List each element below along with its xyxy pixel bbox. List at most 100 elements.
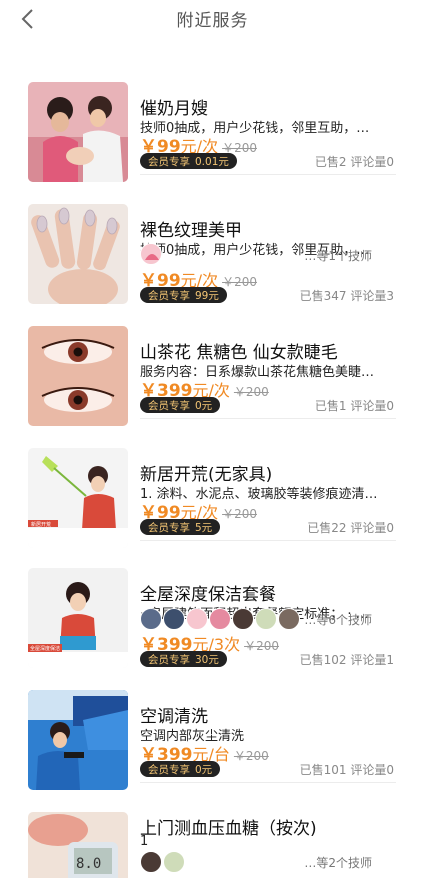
technician-avatar[interactable] bbox=[140, 851, 162, 873]
vip-badge: 会员专享 5元 bbox=[140, 519, 221, 535]
service-name[interactable]: 新居开荒(无家具) bbox=[140, 460, 272, 485]
service-name[interactable]: 催奶月嫂 bbox=[140, 94, 208, 119]
price-row: ￥399 元/3次 ￥200 bbox=[140, 630, 279, 655]
sales-stats: 已售1 评论量0 bbox=[315, 397, 394, 414]
service-desc: 1 bbox=[140, 834, 149, 849]
service-card[interactable]: 催奶月嫂 技师0抽成，用户少花钱，邻里互助，… ￥99 元/次 ￥200 会员专… bbox=[28, 82, 396, 186]
comment-count: 评论量3 bbox=[350, 289, 394, 303]
service-name[interactable]: 山茶花 焦糖色 仙女款睫毛 bbox=[140, 338, 338, 363]
original-price: ￥200 bbox=[222, 507, 257, 521]
price-row: ￥399 元/次 ￥200 bbox=[140, 376, 269, 401]
svg-text:新居开荒: 新居开荒 bbox=[31, 521, 51, 528]
technician-avatars[interactable] bbox=[140, 608, 301, 630]
original-price: ￥200 bbox=[233, 749, 269, 763]
deep-cleaning-photo: 全屋深度保洁 bbox=[28, 568, 128, 668]
vip-badge: 会员专享 0元 bbox=[140, 761, 221, 777]
nursing-photo bbox=[28, 82, 128, 182]
service-info: 空调清洗 空调内部灰尘清洗 ￥399 元/台 ￥200 会员专享 0元 已售10… bbox=[140, 690, 396, 794]
divider bbox=[140, 418, 396, 419]
price-row: ￥399 元/台 ￥200 bbox=[140, 740, 269, 765]
service-info: 山茶花 焦糖色 仙女款睫毛 服务内容：日系爆款山茶花焦糖色美睫… ￥399 元/… bbox=[140, 326, 396, 430]
vip-price: 99元 bbox=[195, 289, 219, 302]
top-bar: 附近服务 bbox=[0, 0, 425, 50]
service-name[interactable]: 空调清洗 bbox=[140, 702, 208, 727]
blood-test-photo: 8.0 bbox=[28, 812, 128, 878]
vip-price: 0.01元 bbox=[195, 155, 229, 168]
eyelash-photo bbox=[28, 326, 128, 426]
sold-count: 已售1 bbox=[314, 399, 347, 413]
service-info: 全屋深度保洁套餐 · 房屋建筑面积超出套餐额定标准； · … …等6个技师 ￥3… bbox=[140, 568, 396, 672]
service-thumbnail[interactable]: 新居开荒 bbox=[28, 448, 128, 548]
vip-price: 30元 bbox=[195, 653, 219, 666]
price-row: ￥99 元/次 ￥200 bbox=[140, 498, 257, 523]
vip-price: 5元 bbox=[195, 521, 213, 534]
vip-label: 会员专享 bbox=[148, 653, 190, 666]
sold-count: 已售101 bbox=[299, 763, 347, 777]
comment-count: 评论量0 bbox=[350, 155, 394, 169]
original-price: ￥200 bbox=[244, 639, 279, 653]
svg-text:全屋深度保洁: 全屋深度保洁 bbox=[30, 645, 60, 652]
service-card[interactable]: 山茶花 焦糖色 仙女款睫毛 服务内容：日系爆款山茶花焦糖色美睫… ￥399 元/… bbox=[28, 326, 396, 430]
technician-avatar[interactable] bbox=[186, 608, 208, 630]
service-info: 新居开荒(无家具) 1. 涂料、水泥点、玻璃胶等装修痕迹清… ￥99 元/次 ￥… bbox=[140, 448, 396, 552]
technician-count[interactable]: …等1个技师 bbox=[304, 247, 372, 264]
aircon-photo bbox=[28, 690, 128, 790]
service-card[interactable]: 8.0 上门测血压血糖（按次) 1 …等2个技师 bbox=[28, 812, 396, 878]
vip-badge: 会员专享 0元 bbox=[140, 397, 221, 413]
vip-label: 会员专享 bbox=[148, 521, 190, 534]
vip-label: 会员专享 bbox=[148, 289, 190, 302]
avatar-icon bbox=[145, 254, 159, 260]
original-price: ￥200 bbox=[222, 275, 257, 289]
sold-count: 已售2 bbox=[314, 155, 347, 169]
service-thumbnail[interactable] bbox=[28, 690, 128, 790]
comment-count: 评论量0 bbox=[350, 763, 394, 777]
technician-avatar[interactable] bbox=[255, 608, 277, 630]
svg-text:8.0: 8.0 bbox=[76, 856, 101, 872]
technician-avatars[interactable] bbox=[140, 851, 186, 873]
vip-badge: 会员专享 99元 bbox=[140, 287, 227, 303]
technician-count[interactable]: …等6个技师 bbox=[304, 611, 372, 628]
service-thumbnail[interactable] bbox=[28, 326, 128, 426]
divider bbox=[140, 174, 396, 175]
service-thumbnail[interactable] bbox=[28, 82, 128, 182]
comment-count: 评论量0 bbox=[350, 399, 394, 413]
divider bbox=[140, 540, 396, 541]
technician-avatar[interactable] bbox=[232, 608, 254, 630]
technician-avatar[interactable] bbox=[209, 608, 231, 630]
sales-stats: 已售2 评论量0 bbox=[315, 153, 394, 170]
service-info: 催奶月嫂 技师0抽成，用户少花钱，邻里互助，… ￥99 元/次 ￥200 会员专… bbox=[140, 82, 396, 186]
divider bbox=[140, 782, 396, 783]
service-thumbnail[interactable] bbox=[28, 204, 128, 304]
service-thumbnail[interactable]: 8.0 bbox=[28, 812, 128, 878]
vip-badge: 会员专享 30元 bbox=[140, 651, 227, 667]
vip-badge: 会员专享 0.01元 bbox=[140, 153, 237, 169]
vip-label: 会员专享 bbox=[148, 763, 190, 776]
service-card[interactable]: 新居开荒 新居开荒(无家具) 1. 涂料、水泥点、玻璃胶等装修痕迹清… ￥99 … bbox=[28, 448, 396, 552]
service-name[interactable]: 全屋深度保洁套餐 bbox=[140, 580, 276, 605]
price-row: ￥99 元/次 ￥200 bbox=[140, 266, 257, 291]
sales-stats: 已售22 评论量0 bbox=[307, 519, 394, 536]
technician-avatars[interactable] bbox=[140, 243, 163, 265]
technician-avatar[interactable] bbox=[140, 243, 162, 265]
technician-avatar[interactable] bbox=[163, 608, 185, 630]
service-info: 上门测血压血糖（按次) 1 …等2个技师 bbox=[140, 812, 396, 878]
price-row: ￥99 元/次 ￥200 bbox=[140, 132, 257, 157]
technician-avatar[interactable] bbox=[163, 851, 185, 873]
service-thumbnail[interactable]: 全屋深度保洁 bbox=[28, 568, 128, 668]
sold-count: 已售347 bbox=[299, 289, 347, 303]
sales-stats: 已售347 评论量3 bbox=[300, 287, 394, 304]
page-title: 附近服务 bbox=[176, 11, 249, 31]
service-info: 裸色纹理美甲 技师0抽成，用户少花钱，邻里互助，… …等1个技师 ￥99 元/次… bbox=[140, 204, 396, 308]
sales-stats: 已售101 评论量0 bbox=[300, 761, 394, 778]
comment-count: 评论量0 bbox=[350, 521, 394, 535]
service-card[interactable]: 裸色纹理美甲 技师0抽成，用户少花钱，邻里互助，… …等1个技师 ￥99 元/次… bbox=[28, 204, 396, 308]
technician-avatar[interactable] bbox=[278, 608, 300, 630]
vip-label: 会员专享 bbox=[148, 399, 190, 412]
original-price: ￥200 bbox=[233, 385, 269, 399]
service-name[interactable]: 裸色纹理美甲 bbox=[140, 216, 242, 241]
technician-avatar[interactable] bbox=[140, 608, 162, 630]
technician-count[interactable]: …等2个技师 bbox=[304, 854, 372, 871]
service-card[interactable]: 全屋深度保洁 全屋深度保洁套餐 · 房屋建筑面积超出套餐额定标准； · … …等… bbox=[28, 568, 396, 672]
service-card[interactable]: 空调清洗 空调内部灰尘清洗 ￥399 元/台 ￥200 会员专享 0元 已售10… bbox=[28, 690, 396, 794]
comment-count: 评论量1 bbox=[350, 653, 394, 667]
